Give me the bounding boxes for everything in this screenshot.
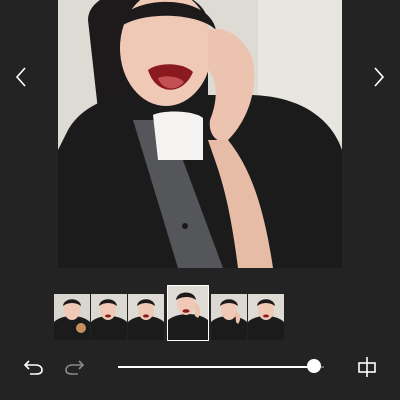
main-photo	[58, 0, 342, 268]
crop-icon	[358, 357, 376, 377]
edit-toolbar	[0, 350, 400, 384]
next-photo-button[interactable]	[366, 62, 392, 92]
undo-icon	[23, 360, 43, 375]
slider-fill	[118, 366, 314, 368]
previous-photo-button[interactable]	[8, 62, 34, 92]
photo-viewer	[0, 0, 400, 268]
filmstrip-thumbnail[interactable]	[128, 294, 164, 340]
redo-button[interactable]	[62, 356, 88, 378]
filmstrip-thumbnail[interactable]	[211, 294, 247, 340]
photo-filmstrip	[54, 285, 285, 341]
filmstrip-thumbnail[interactable]	[248, 294, 284, 340]
chevron-right-icon	[374, 67, 385, 87]
undo-button[interactable]	[20, 356, 46, 378]
crop-button[interactable]	[354, 356, 380, 378]
slider-handle[interactable]	[306, 359, 321, 373]
chevron-left-icon	[15, 67, 26, 87]
filmstrip-thumbnail[interactable]	[54, 294, 90, 340]
filmstrip-thumbnail[interactable]	[91, 294, 127, 340]
filmstrip-thumbnail-selected[interactable]	[167, 285, 209, 341]
redo-icon	[65, 360, 85, 375]
adjustment-slider[interactable]	[118, 359, 324, 374]
